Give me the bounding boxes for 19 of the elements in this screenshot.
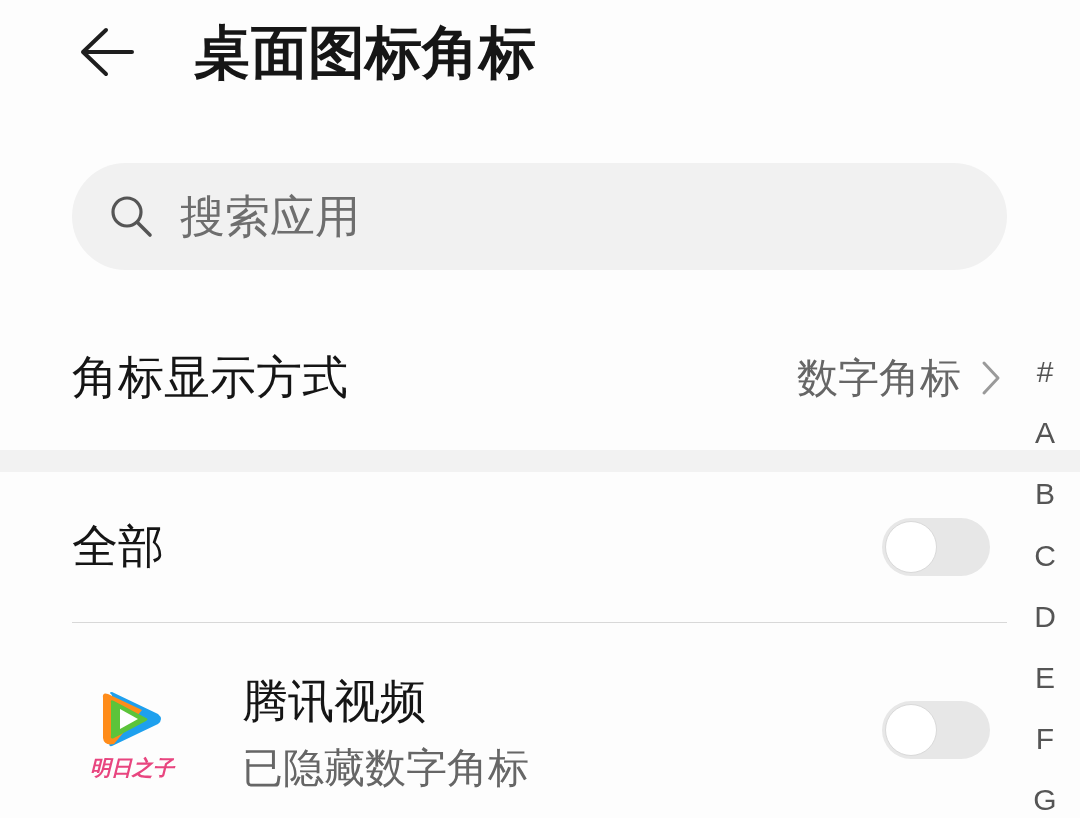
- index-letter[interactable]: B: [1035, 477, 1055, 512]
- setting-label[interactable]: 角标显示方式: [72, 347, 797, 409]
- setting-value: 数字角标: [797, 353, 961, 403]
- index-letter[interactable]: C: [1034, 538, 1056, 573]
- page-title: 桌面图标角标: [194, 20, 536, 84]
- index-letter[interactable]: #: [1036, 355, 1054, 389]
- icon-caption: 明日之子: [90, 756, 174, 780]
- search-field[interactable]: 搜索应用: [72, 163, 1007, 270]
- chevron-right-icon: [981, 360, 1001, 396]
- index-letter[interactable]: D: [1034, 599, 1056, 634]
- index-letter[interactable]: G: [1033, 783, 1057, 818]
- back-arrow-icon[interactable]: [80, 27, 134, 77]
- index-letter[interactable]: F: [1035, 722, 1055, 757]
- index-letter[interactable]: A: [1035, 416, 1055, 451]
- index-letter[interactable]: E: [1035, 660, 1055, 695]
- app-name: 腾讯视频: [242, 674, 427, 729]
- app-status: 已隐藏数字角标: [242, 744, 530, 793]
- search-icon: [110, 195, 153, 238]
- setting-label: 全部: [72, 519, 165, 574]
